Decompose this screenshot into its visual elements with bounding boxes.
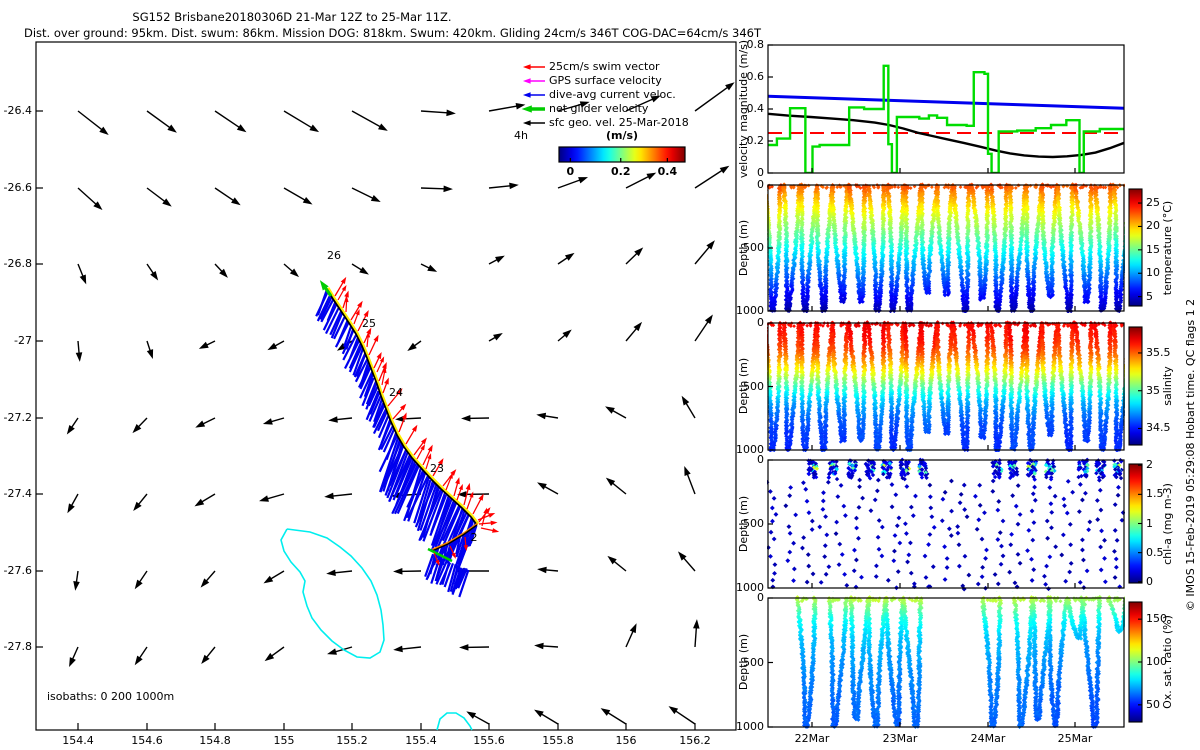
map-lon-tick-label: 154.6 <box>131 734 163 747</box>
legend-item-label: net glider velocity <box>549 102 649 115</box>
dive-number-label: 25 <box>362 317 376 330</box>
map-colorbar-tick-label: 0.4 <box>657 165 678 178</box>
map-lon-tick-label: 156 <box>615 734 637 747</box>
sal-colorbar-tick-label: 34.5 <box>1146 421 1171 435</box>
vector-scale-label: 4h <box>514 129 528 142</box>
temp-colorbar-tick-label: 15 <box>1146 242 1160 256</box>
map-lon-tick-label: 155.6 <box>473 734 505 747</box>
legend-item-label: dive-avg current veloc. <box>549 88 676 101</box>
temp-colorbar-tick-label: 5 <box>1146 289 1153 303</box>
map-lat-tick-label: -26.8 <box>3 257 32 270</box>
ox-colorbar-tick-label: 100 <box>1146 655 1167 668</box>
chl-colorbar-tick-label: 0 <box>1146 574 1153 588</box>
map-lon-tick-label: 154.4 <box>62 734 94 747</box>
legend-item-label: 25cm/s swim vector <box>549 60 660 73</box>
sal-colorbar-tick-label: 35 <box>1146 383 1160 397</box>
map-lon-tick-label: 155.2 <box>336 734 368 747</box>
chl-colorbar-tick-label: 1.5 <box>1146 487 1164 501</box>
ox-colorbar-tick-label: 50 <box>1146 697 1160 711</box>
temp-colorbar-tick-label: 20 <box>1146 219 1160 233</box>
velocity-ytick-label: 0.4 <box>746 102 765 115</box>
imos-copyright: © IMOS 15-Feb-2019 05:29:08 Hobart time.… <box>1184 298 1197 612</box>
temp-colorbar-tick-label: 25 <box>1146 196 1160 210</box>
chl-a-section-ytick-label: 0 <box>757 453 764 466</box>
legend-item-label: GPS surface velocity <box>549 74 662 87</box>
dive-number-label: 2 <box>470 531 478 544</box>
dive-number-label: 24 <box>389 386 403 399</box>
velocity-ytick-label: 0.8 <box>746 38 765 51</box>
chl-colorbar-tick-label: 1 <box>1146 516 1153 530</box>
chl-a-section-ytick-label: 1000 <box>736 581 764 594</box>
map-title: SG152 Brisbane20180306D 21-Mar 12Z to 25… <box>132 10 452 24</box>
chl-a-section-ytick-label: 500 <box>743 517 764 530</box>
salinity-section-ytick-label: 0 <box>757 316 764 329</box>
map-subtitle: Dist. over ground: 95km. Dist. swum: 86k… <box>24 26 761 40</box>
map-colorbar-title: (m/s) <box>605 129 639 142</box>
map-lon-tick-label: 156.2 <box>679 734 711 747</box>
salinity-colorbar-label: salinity <box>1161 366 1174 406</box>
chl-colorbar-tick-label: 2 <box>1146 458 1153 472</box>
map-lon-tick-label: 154.8 <box>199 734 231 747</box>
date-tick-label: 24Mar <box>970 732 1006 745</box>
map-lat-tick-label: -27.6 <box>3 564 32 577</box>
chl-colorbar-tick-label: 0.5 <box>1146 545 1164 559</box>
velocity-ytick-label: 0.6 <box>746 70 765 83</box>
date-tick-label: 23Mar <box>882 732 918 745</box>
map-lat-tick-label: -26.6 <box>3 181 32 194</box>
sal-colorbar-tick-label: 35.5 <box>1146 345 1171 359</box>
map-lon-tick-label: 155.4 <box>405 734 437 747</box>
map-lon-tick-label: 155 <box>273 734 295 747</box>
dive-number-label: 23 <box>430 462 444 475</box>
map-lat-tick-label: -27.2 <box>3 411 32 424</box>
salinity-section-ytick-label: 500 <box>743 379 764 393</box>
temperature-section-ytick-label: 500 <box>743 241 764 254</box>
date-tick-label: 22Mar <box>794 732 830 745</box>
isobaths-note: isobaths: 0 200 1000m <box>47 690 175 703</box>
ox-colorbar-tick-label: 150 <box>1146 612 1167 626</box>
dive-number-label: 26 <box>327 249 341 262</box>
date-tick-label: 25Mar <box>1057 732 1093 745</box>
map-lat-tick-label: -26.4 <box>3 104 32 117</box>
map-colorbar-tick-label: 0.2 <box>610 165 631 178</box>
figure-root: SG152 Brisbane20180306D 21-Mar 12Z to 25… <box>0 0 1200 750</box>
temperature-section-ytick-label: 0 <box>757 178 764 191</box>
velocity-ytick-label: 0.2 <box>746 134 765 147</box>
map-lon-tick-label: 155.8 <box>542 734 574 747</box>
temp-colorbar-label: temperature (°C) <box>1161 200 1174 296</box>
map-lat-tick-label: -27.4 <box>3 487 32 500</box>
map-lat-tick-label: -27.8 <box>3 640 32 653</box>
map-colorbar-tick-label: 0 <box>566 165 575 178</box>
oxygen-section-ytick-label: 1000 <box>736 720 764 733</box>
legend-item-label: sfc geo. vel. 25-Mar-2018 <box>549 116 689 129</box>
chl-colorbar-label: chl-a (mg m-3) <box>1161 483 1174 565</box>
temp-colorbar-tick-label: 10 <box>1146 266 1160 280</box>
map-lat-tick-label: -27 <box>14 334 32 347</box>
oxygen-section-ytick-label: 500 <box>743 655 764 669</box>
